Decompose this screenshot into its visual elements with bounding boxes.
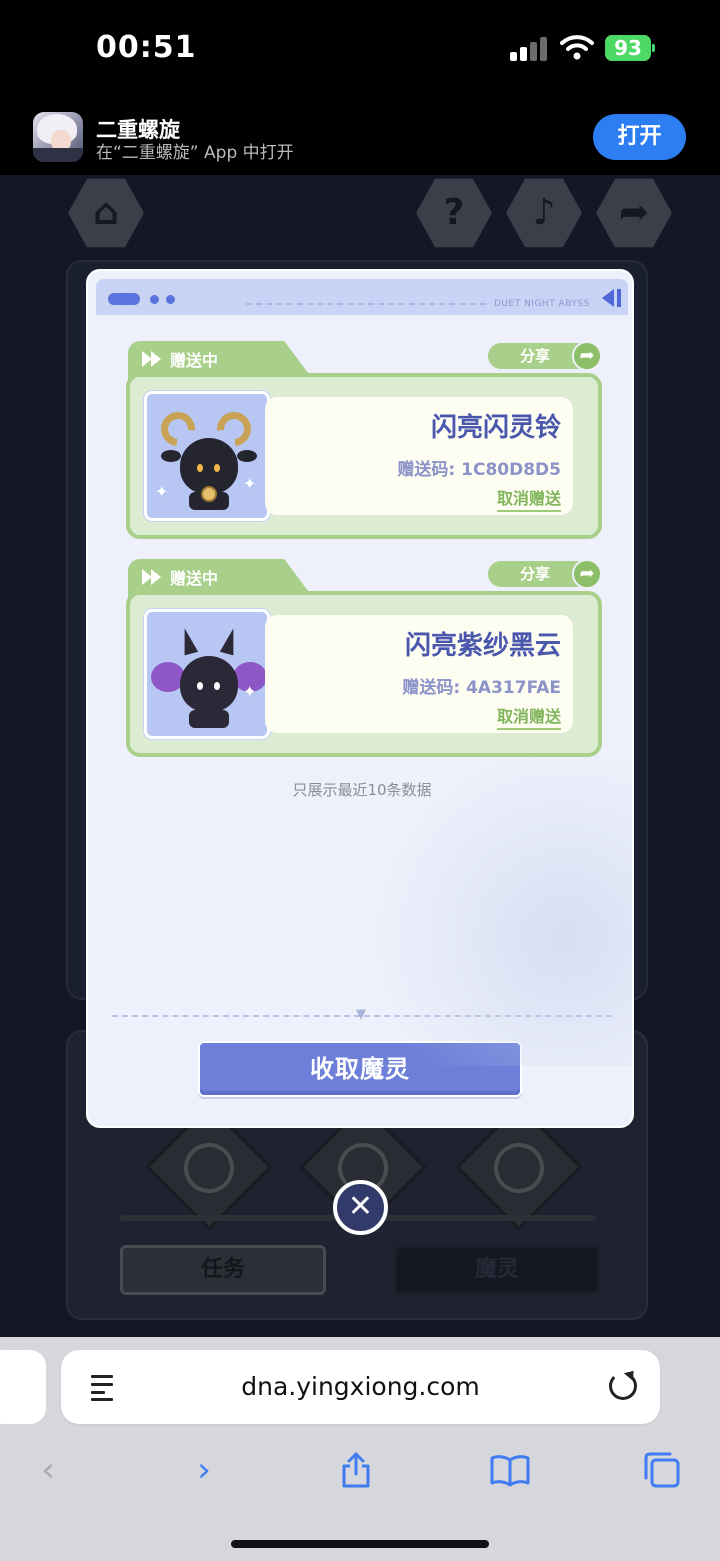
close-icon: ✕ [347,1189,374,1224]
item-thumbnail: ✦ ✦ [144,391,270,521]
check-icon [184,1143,234,1193]
gift-info: 闪亮闪灵铃 赠送码: 1C80D8D5 取消赠送 [265,397,573,515]
browser-toolbar: dna.yingxiong.com ‹ › [0,1337,720,1561]
cancel-gift-link[interactable]: 取消赠送 [496,485,561,512]
fast-forward-icon [142,351,164,367]
reload-icon[interactable] [609,1372,637,1400]
gift-list-modal: DUET NIGHT ABYSS 赠送中 分享 ➦ ✦ ✦ 闪亮闪灵铃 赠送码:… [86,269,634,1128]
item-name: 闪亮紫纱黑云 [404,631,561,661]
gift-card-body: ✦ 闪亮紫纱黑云 赠送码: 4A317FAE 取消赠送 [126,591,602,757]
url-text: dna.yingxiong.com [241,1372,480,1401]
share-button[interactable]: 分享 ➦ [488,559,602,589]
modal-header-bar: DUET NIGHT ABYSS [96,279,628,315]
forward-button[interactable]: › [184,1450,224,1490]
address-bar[interactable]: dna.yingxiong.com [61,1350,660,1424]
battery-icon: 93 [605,35,655,61]
share-label: 分享 [520,347,551,365]
gift-info: 闪亮紫纱黑云 赠送码: 4A317FAE 取消赠送 [265,615,573,733]
help-icon: ? [443,192,465,233]
battery-level: 93 [605,35,651,61]
sparkle-icon: ✦ [243,474,257,493]
open-in-app-button[interactable]: 打开 [593,114,686,160]
app-open-banner: 二重螺旋 在“二重螺旋” App 中打开 打开 [0,100,720,175]
gift-card-body: ✦ ✦ 闪亮闪灵铃 赠送码: 1C80D8D5 取消赠送 [126,373,602,539]
back-button[interactable]: ‹ [28,1450,68,1490]
wifi-icon [560,35,594,60]
fast-forward-icon [142,569,164,585]
bell-icon [201,486,217,502]
brand-text: DUET NIGHT ABYSS [494,299,590,309]
recent-records-note: 只展示最近10条数据 [292,781,432,799]
cellular-signal-icon [510,37,548,61]
tab-task: 任务 [120,1245,326,1295]
sparkle-icon: ✦ [243,682,257,701]
play-back-icon [602,289,614,307]
music-icon: ♪ [532,192,556,233]
gift-code: 赠送码: 4A317FAE [402,678,561,698]
share-icon: ➦ [572,341,602,371]
home-indicator [231,1540,489,1548]
status-time: 00:51 [96,30,197,65]
gift-code: 赠送码: 1C80D8D5 [397,460,561,480]
cancel-gift-link[interactable]: 取消赠送 [496,703,561,730]
home-icon: ⌂ [93,192,119,233]
check-icon [494,1143,544,1193]
collect-spirit-button[interactable]: 收取魔灵 [198,1041,522,1097]
share-icon[interactable] [336,1450,376,1490]
item-name: 闪亮闪灵铃 [430,413,561,443]
item-thumbnail: ✦ [144,609,270,739]
gift-status: 赠送中 [170,569,219,588]
gift-card: 赠送中 分享 ➦ ✦ ✦ 闪亮闪灵铃 赠送码: 1C80D8D5 取消赠送 [126,341,602,539]
gift-status: 赠送中 [170,351,219,370]
share-arrow-icon: ➦ [618,192,650,233]
gift-card: 赠送中 分享 ➦ ✦ 闪亮紫纱黑云 赠送码: 4A317FAE 取消赠送 [126,559,602,757]
share-label: 分享 [520,565,551,583]
bookmarks-icon[interactable] [490,1450,530,1490]
share-button[interactable]: 分享 ➦ [488,341,602,371]
app-icon[interactable] [33,112,83,162]
close-modal-button[interactable]: ✕ [333,1180,388,1235]
tabs-icon[interactable] [642,1450,682,1490]
previous-tab[interactable] [0,1350,46,1424]
share-icon: ➦ [572,559,602,589]
sparkle-icon: ✦ [155,482,169,501]
tab-spirit: 魔灵 [394,1245,600,1295]
app-banner-subtitle: 在“二重螺旋” App 中打开 [96,143,294,163]
chevron-down-icon: ▼ [356,1007,366,1022]
status-bar: 00:51 93 [0,0,720,100]
